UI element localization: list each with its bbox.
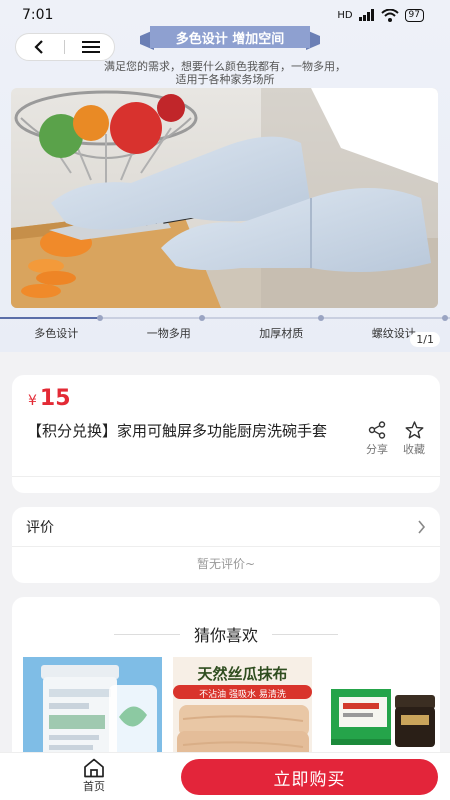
recommendations-header: 猜你喜欢: [12, 622, 440, 646]
banner-text: 多色设计 增加空间: [175, 32, 285, 47]
header-line-right: [272, 633, 338, 635]
gallery-page-indicator: 1/1: [410, 332, 440, 347]
menu-icon: [82, 41, 101, 53]
review-divider: [12, 546, 440, 547]
gallery-subtitle-line1: 满足您的需求，想要什么颜色我都有，一物多用，: [104, 60, 346, 73]
header-line-left: [113, 633, 180, 635]
share-label: 分享: [366, 443, 388, 456]
review-card: 评价 暂无评价~: [12, 507, 440, 583]
review-header[interactable]: 评价: [12, 507, 440, 546]
cloth-product-label: 天然丝瓜抹布: [197, 665, 288, 683]
status-time: 7:01: [22, 7, 54, 23]
chevron-right-icon: [418, 519, 426, 534]
battery-icon: 97: [404, 8, 424, 22]
feature-label-thickened[interactable]: 加厚材质: [225, 325, 338, 341]
feature-label-row: 多色设计 一物多用 加厚材质 螺纹设计: [0, 325, 450, 341]
product-photo-illustration: hongda: [11, 88, 438, 308]
network-type: HD: [337, 9, 353, 21]
feature-dot: [318, 315, 324, 321]
home-tab[interactable]: 首页: [74, 758, 114, 794]
feature-tabs: 多色设计 一物多用 加厚材质 螺纹设计: [0, 314, 450, 350]
price-currency: ¥: [28, 393, 37, 409]
favorite-button[interactable]: 收藏: [394, 421, 434, 457]
product-info-card: ¥ 15 【积分兑换】家用可触屏多功能厨房洗碗手套 分享 收藏: [12, 375, 440, 493]
review-title: 评价: [26, 519, 54, 536]
product-title: 【积分兑换】家用可触屏多功能厨房洗碗手套: [27, 422, 328, 440]
review-empty-text: 暂无评价~: [196, 557, 256, 571]
feature-dot: [442, 315, 448, 321]
recommendations-title: 猜你喜欢: [193, 626, 258, 645]
home-label: 首页: [83, 780, 105, 793]
menu-button[interactable]: [71, 34, 111, 60]
favorite-label: 收藏: [403, 443, 425, 456]
feature-dot: [199, 315, 205, 321]
star-icon: [405, 421, 423, 439]
status-icons: HD 97: [337, 8, 424, 22]
buy-now-button[interactable]: 立即购买: [181, 759, 438, 795]
feature-track-active: [0, 317, 100, 319]
chevron-left-icon: [34, 40, 43, 54]
cloth-product-tagline: 不沾油 强吸水 易清洗: [199, 690, 286, 700]
gallery-subtitle-line2: 适用于各种家务场所: [175, 73, 275, 86]
price-value: 15: [39, 386, 71, 411]
product-card-divider: [12, 476, 440, 477]
nav-capsule: [15, 33, 115, 61]
wifi-icon: [380, 8, 399, 22]
product-photo[interactable]: hongda: [11, 88, 438, 308]
back-button[interactable]: [19, 34, 59, 60]
feature-label-multiuse[interactable]: 一物多用: [113, 325, 226, 341]
signal-icon: [358, 9, 374, 21]
share-button[interactable]: 分享: [357, 421, 397, 457]
home-icon: [84, 758, 104, 778]
feature-dot: [97, 315, 103, 321]
gallery-subtitle: 满足您的需求，想要什么颜色我都有，一物多用， 适用于各种家务场所: [0, 60, 450, 86]
product-price: ¥ 15: [28, 386, 71, 411]
nav-divider: [64, 40, 66, 54]
share-icon: [368, 421, 386, 439]
bottom-action-bar: 首页 立即购买: [0, 752, 450, 800]
feature-label-multicolor[interactable]: 多色设计: [0, 325, 113, 341]
status-bar: 7:01 HD 97: [0, 0, 450, 30]
